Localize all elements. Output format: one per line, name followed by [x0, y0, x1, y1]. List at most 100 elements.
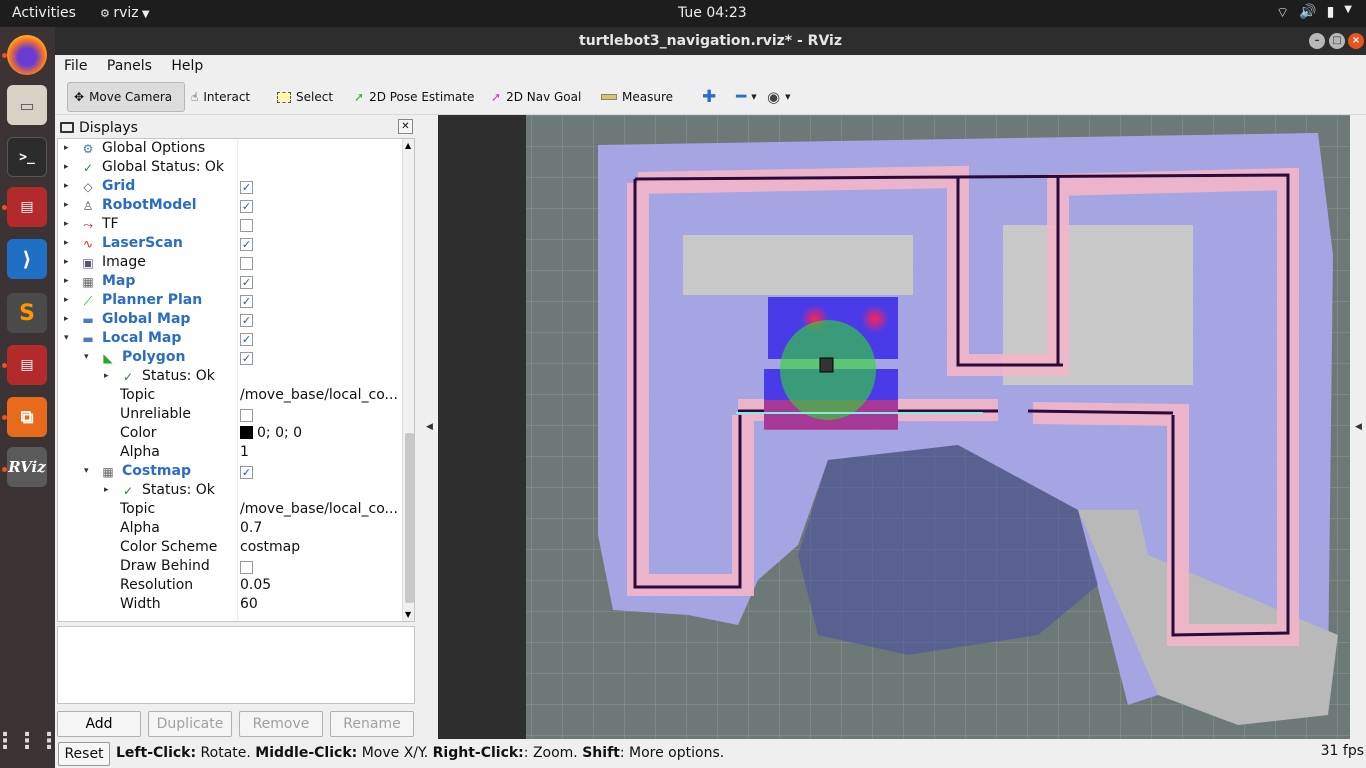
property-value-cell[interactable]: 0.05	[240, 577, 271, 593]
scrollbar-thumb[interactable]	[405, 433, 414, 603]
display-row[interactable]: Topic/move_base/local_co...	[58, 501, 402, 520]
vertical-scrollbar[interactable]: ▲ ▼	[402, 139, 414, 621]
enable-checkbox[interactable]: ✓	[240, 466, 253, 479]
scroll-down-icon[interactable]: ▼	[405, 610, 411, 619]
property-value[interactable]: 0.05	[240, 577, 271, 593]
window-titlebar[interactable]: turtlebot3_navigation.rviz* - RViz – □ ×	[55, 27, 1366, 55]
property-value[interactable]: 0; 0; 0	[257, 425, 302, 441]
reset-button[interactable]: Reset	[58, 742, 110, 766]
enable-checkbox[interactable]: ✓	[240, 333, 253, 346]
display-row[interactable]: ▸ ⤳ TF	[58, 216, 402, 235]
enable-checkbox[interactable]	[240, 219, 253, 232]
add-tool-icon[interactable]: ✚	[702, 82, 716, 112]
display-row[interactable]: ▸ ◇ Grid ✓	[58, 178, 402, 197]
maximize-icon[interactable]: □	[1329, 33, 1345, 49]
expand-arrow-icon[interactable]: ▾	[84, 352, 94, 362]
menu-file[interactable]: File	[59, 55, 92, 77]
collapse-arrow-icon[interactable]: ▸	[64, 257, 74, 267]
enable-checkbox[interactable]: ✓	[240, 200, 253, 213]
property-value-cell[interactable]: 60	[240, 596, 258, 612]
app-icon-2[interactable]: ▤	[7, 345, 47, 385]
display-row[interactable]: Color Scheme costmap	[58, 539, 402, 558]
app-icon[interactable]: ▤	[7, 187, 47, 227]
collapse-arrow-icon[interactable]: ▸	[64, 162, 74, 172]
display-row[interactable]: Unreliable	[58, 406, 402, 425]
collapse-arrow-icon[interactable]: ▸	[64, 314, 74, 324]
rename-button[interactable]: Rename	[330, 711, 414, 737]
collapse-arrow-icon[interactable]: ▸	[64, 276, 74, 286]
displays-tree[interactable]: ▸ ⚙ Global Options ▸ ✓ Global Status: Ok ▸ ◇ Gri…	[57, 138, 415, 622]
enable-checkbox[interactable]: ✓	[240, 181, 253, 194]
close-panel-icon[interactable]: ✕	[398, 119, 413, 134]
enable-checkbox[interactable]: ✓	[240, 314, 253, 327]
app-menu[interactable]: ⚙ rviz ▼	[100, 5, 150, 21]
collapse-right-icon[interactable]: ◀	[1355, 422, 1362, 432]
property-value[interactable]: /move_base/local_co...	[240, 387, 398, 403]
display-row[interactable]: ▾ ▬ Local Map ✓	[58, 330, 402, 349]
property-value-cell[interactable]: 1	[240, 444, 249, 460]
menu-help[interactable]: Help	[166, 55, 208, 77]
measure-button[interactable]: Measure	[601, 82, 673, 112]
move-camera-button[interactable]: ✥ Move Camera	[67, 82, 185, 112]
remove-tool-icon[interactable]: ━ ▼	[736, 82, 757, 112]
collapse-arrow-icon[interactable]: ▸	[104, 485, 114, 495]
minimize-icon[interactable]: –	[1309, 33, 1325, 49]
display-row[interactable]: ▾ ▦ Costmap ✓	[58, 463, 402, 482]
property-value[interactable]: costmap	[240, 539, 300, 555]
enable-checkbox[interactable]	[240, 561, 253, 574]
close-icon[interactable]: ×	[1348, 33, 1364, 49]
display-row[interactable]: ▸ ⚙ Global Options	[58, 140, 402, 159]
enable-checkbox[interactable]: ✓	[240, 276, 253, 289]
enable-checkbox[interactable]	[240, 409, 253, 422]
property-value-cell[interactable]: 0.7	[240, 520, 262, 536]
collapse-arrow-icon[interactable]: ▸	[64, 295, 74, 305]
display-row[interactable]: ▸ ▬ Global Map ✓	[58, 311, 402, 330]
clock[interactable]: Tue 04:23	[678, 5, 747, 21]
sublime-icon[interactable]: S	[7, 293, 47, 333]
display-row[interactable]: ▸ ▦ Map ✓	[58, 273, 402, 292]
display-row[interactable]: ▾ ◣ Polygon ✓	[58, 349, 402, 368]
scroll-up-icon[interactable]: ▲	[405, 141, 411, 150]
display-row[interactable]: ▸ ✓ Status: Ok	[58, 482, 402, 501]
collapse-arrow-icon[interactable]: ▸	[64, 238, 74, 248]
property-value[interactable]: /move_base/local_co...	[240, 501, 398, 517]
property-value[interactable]: 1	[240, 444, 249, 460]
display-row[interactable]: Topic/move_base/local_co...	[58, 387, 402, 406]
property-value-cell[interactable]: costmap	[240, 539, 300, 555]
collapse-left-icon[interactable]: ◀	[426, 422, 433, 432]
software-icon[interactable]: ⧉	[7, 397, 47, 437]
system-tray[interactable]: ⌔ 🔊 ▮ ▼	[1276, 4, 1352, 22]
expand-arrow-icon[interactable]: ▾	[64, 333, 74, 343]
display-row[interactable]: ▸ ♙ RobotModel ✓	[58, 197, 402, 216]
expand-arrow-icon[interactable]: ▾	[84, 466, 94, 476]
select-button[interactable]: Select	[277, 82, 333, 112]
property-value[interactable]: 60	[240, 596, 258, 612]
firefox-icon[interactable]	[7, 35, 47, 75]
display-row[interactable]: ▸ ✓ Status: Ok	[58, 368, 402, 387]
pose-estimate-button[interactable]: ➚ 2D Pose Estimate	[354, 82, 474, 112]
display-row[interactable]: ▸ ▣ Image	[58, 254, 402, 273]
property-value-cell[interactable]: 0; 0; 0	[240, 425, 302, 441]
display-row[interactable]: Color 0; 0; 0	[58, 425, 402, 444]
show-apps-icon[interactable]: ⋮⋮⋮	[0, 721, 60, 761]
display-row[interactable]: ▸ ✓ Global Status: Ok	[58, 159, 402, 178]
display-row[interactable]: Draw Behind	[58, 558, 402, 577]
display-row[interactable]: Alpha 0.7	[58, 520, 402, 539]
display-row[interactable]: ▸ ⟋ Planner Plan ✓	[58, 292, 402, 311]
enable-checkbox[interactable]: ✓	[240, 352, 253, 365]
display-row[interactable]: Alpha 1	[58, 444, 402, 463]
right-splitter[interactable]: ◀	[1351, 117, 1366, 741]
collapse-arrow-icon[interactable]: ▸	[104, 371, 114, 381]
add-button[interactable]: Add	[57, 711, 141, 737]
vscode-icon[interactable]: ⟩	[7, 239, 47, 279]
eye-icon[interactable]: ◉ ▼	[767, 82, 790, 112]
collapse-arrow-icon[interactable]: ▸	[64, 181, 74, 191]
render-view[interactable]	[438, 115, 1350, 739]
files-icon[interactable]: ▭	[7, 85, 47, 125]
terminal-icon[interactable]: >_	[7, 137, 47, 177]
nav-goal-button[interactable]: ➚ 2D Nav Goal	[491, 82, 581, 112]
display-row[interactable]: ▸ ∿ LaserScan ✓	[58, 235, 402, 254]
display-row[interactable]: Resolution 0.05	[58, 577, 402, 596]
property-value-cell[interactable]: /move_base/local_co...	[240, 387, 398, 403]
duplicate-button[interactable]: Duplicate	[148, 711, 232, 737]
